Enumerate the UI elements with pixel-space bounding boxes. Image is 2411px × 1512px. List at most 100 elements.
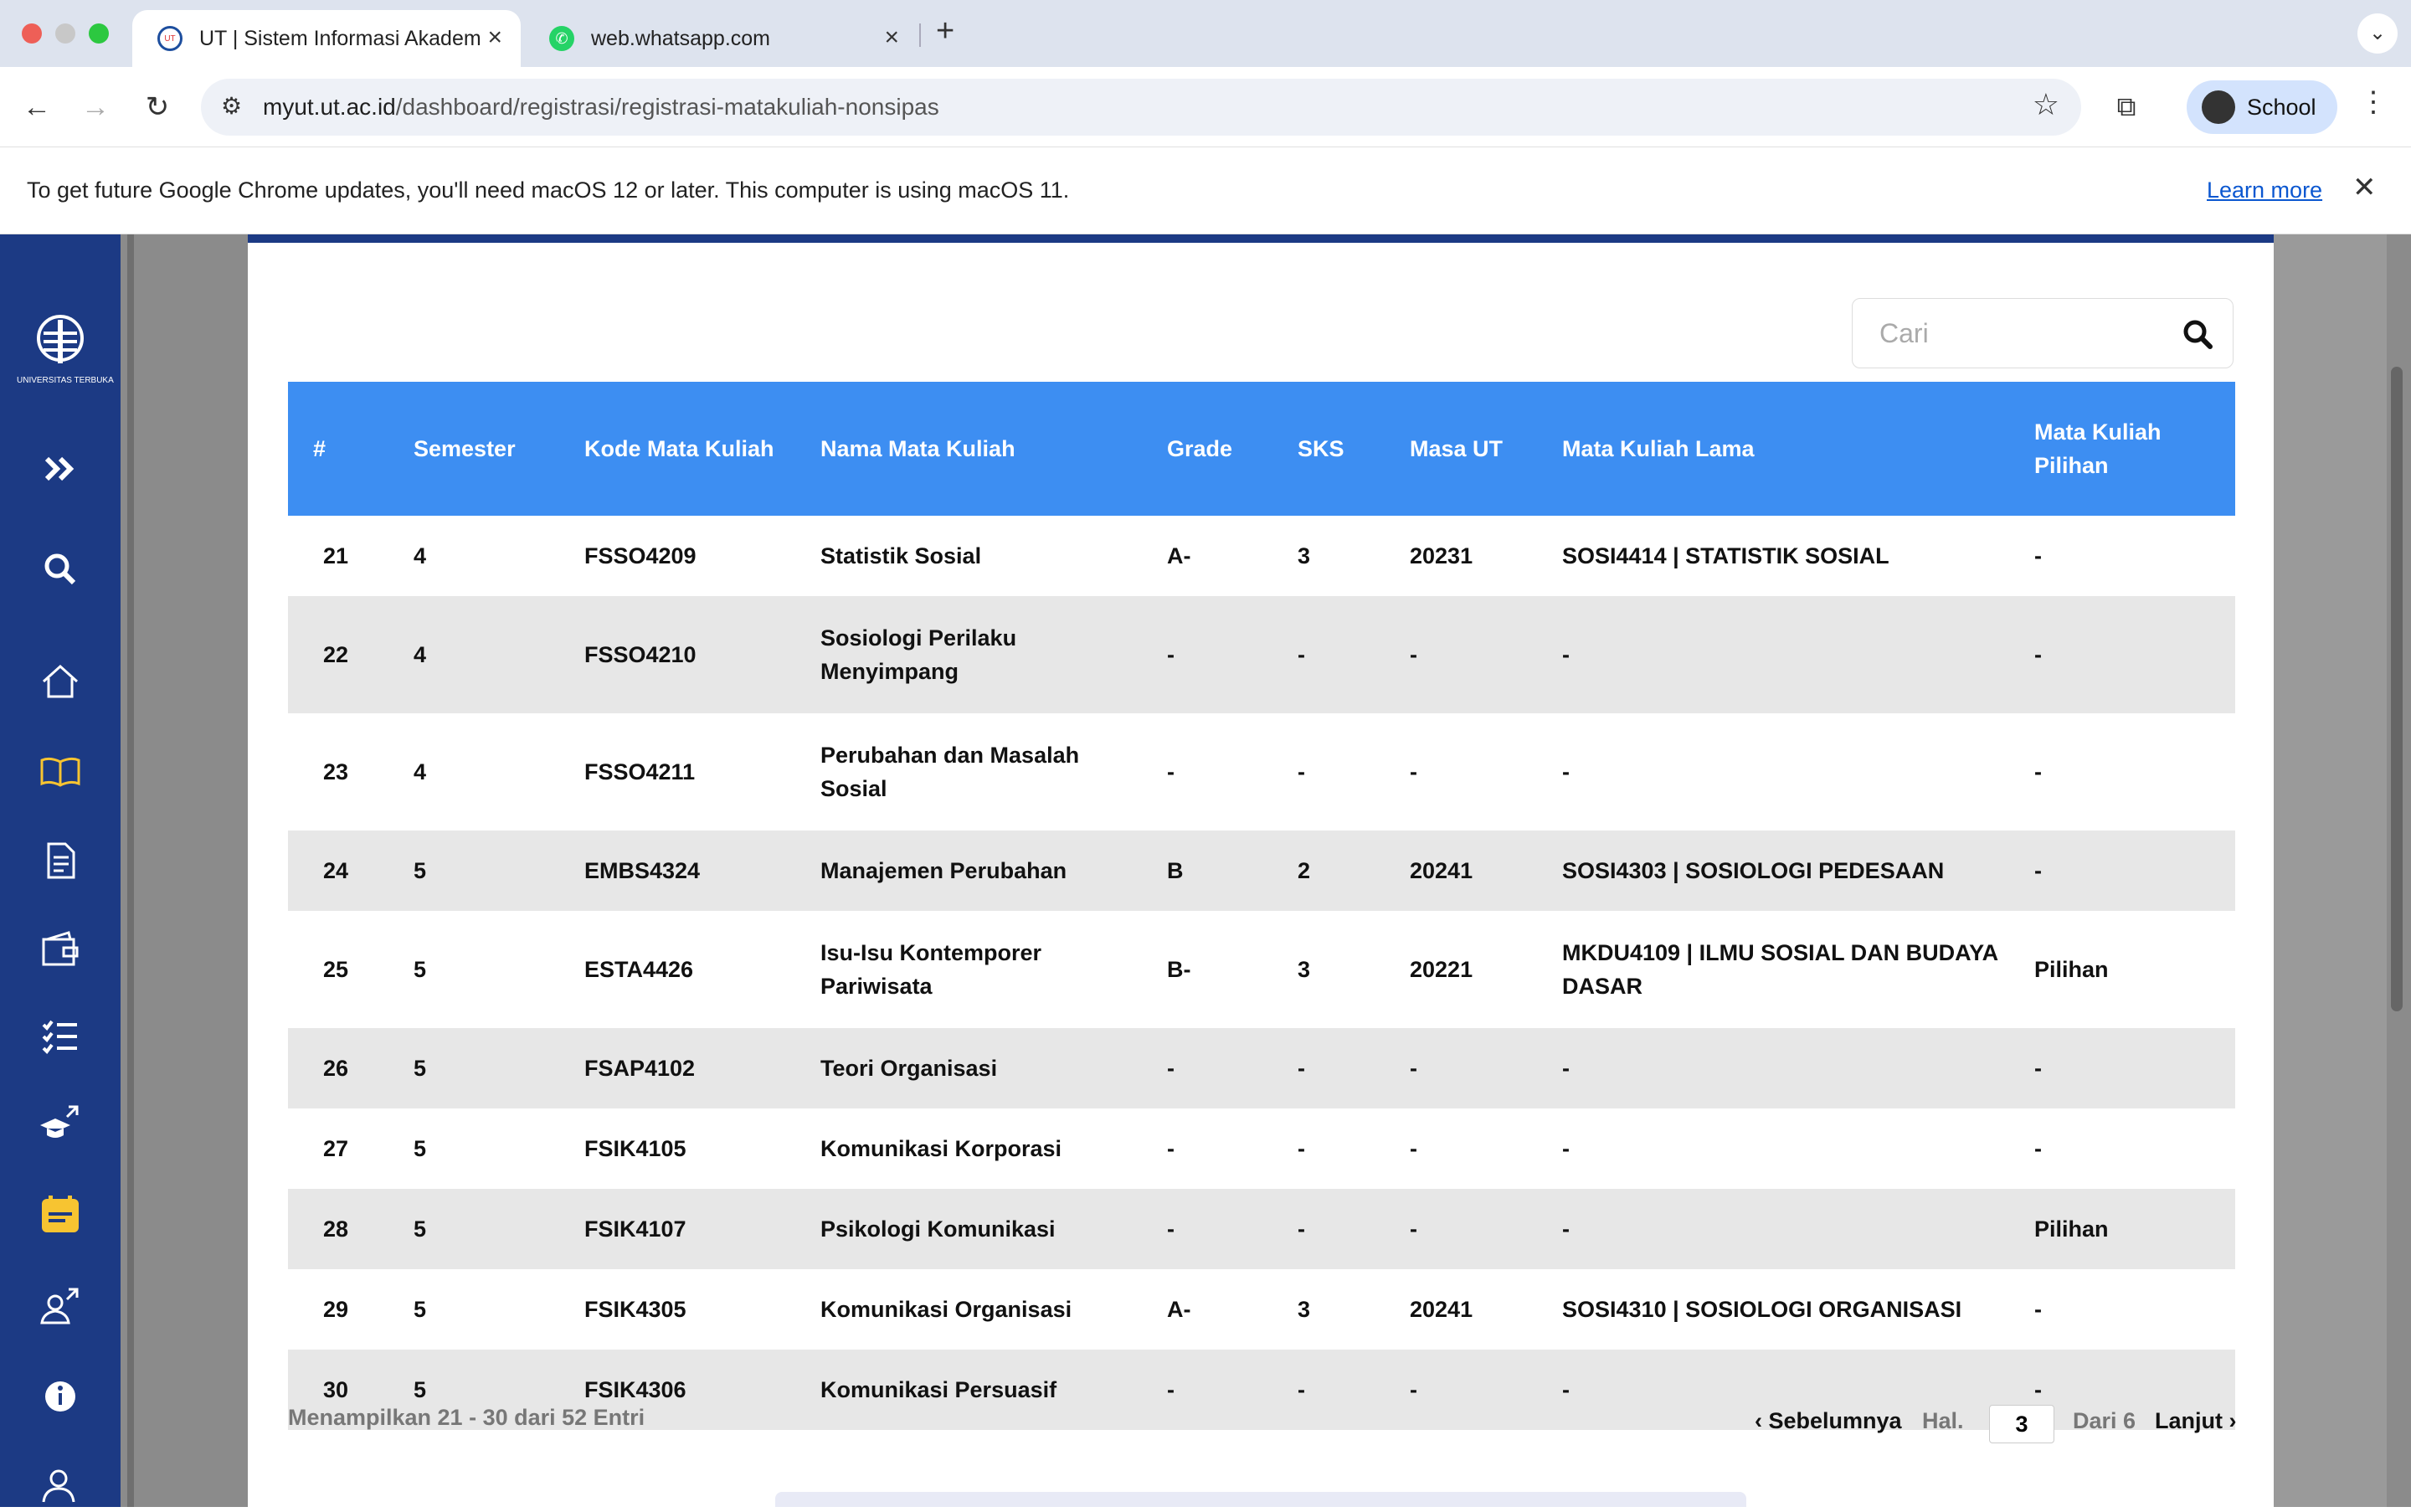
cell-semester: 4 (414, 759, 427, 784)
cell-masa-ut: - (1410, 1056, 1417, 1081)
minimize-window-button[interactable] (55, 23, 75, 44)
cell-masa-ut: 20221 (1410, 957, 1473, 982)
address-bar[interactable]: ⚙ myut.ut.ac.id/dashboard/registrasi/reg… (201, 79, 2081, 136)
maximize-window-button[interactable] (89, 23, 109, 44)
table-row: 21 4 FSSO4209 Statistik Sosial A- 3 20231 SOSI4… (288, 516, 2235, 596)
course-registration-panel: # Semester Kode Mata Kuliah Nama Mata Ku… (248, 234, 2274, 1507)
cell-course-code: ESTA4426 (584, 957, 694, 982)
forward-arrow-icon[interactable]: → (74, 85, 117, 129)
cell-grade: - (1167, 1377, 1175, 1402)
close-tab-icon[interactable]: × (487, 23, 502, 52)
expand-icon[interactable] (30, 442, 90, 496)
course-table: # Semester Kode Mata Kuliah Nama Mata Ku… (288, 382, 2235, 1430)
header-course-name: Nama Mata Kuliah (820, 436, 1015, 461)
table-row: 29 5 FSIK4305 Komunikasi Organisasi A- 3 20241… (288, 1269, 2235, 1350)
cell-semester: 5 (414, 858, 427, 883)
cell-course-name: Statistik Sosial (820, 543, 982, 568)
chevron-right-icon: › (2223, 1408, 2237, 1433)
cell-masa-ut: - (1410, 1377, 1417, 1402)
checklist-icon[interactable] (30, 1010, 90, 1063)
kebab-menu-icon[interactable]: ⋮ (2359, 85, 2388, 119)
cell-masa-ut: 20241 (1410, 1297, 1473, 1322)
extensions-puzzle-icon[interactable]: ⧉ (2105, 85, 2148, 129)
url-text[interactable]: myut.ut.ac.id/dashboard/registrasi/regis… (263, 94, 939, 121)
graduation-link-icon[interactable] (30, 1097, 90, 1150)
book-icon[interactable] (30, 745, 90, 799)
cell-course-code: EMBS4324 (584, 858, 701, 883)
profile-button[interactable]: School (2187, 80, 2337, 134)
bookmark-star-icon[interactable]: ☆ (2033, 87, 2059, 122)
page-label: Hal. (1922, 1408, 1964, 1433)
page-scrollbar[interactable] (2391, 367, 2403, 1011)
entries-summary: Menampilkan 21 - 30 dari 52 Entri (288, 1405, 645, 1430)
cell-sks: - (1298, 759, 1305, 784)
cell-grade: B- (1167, 957, 1191, 982)
search-box (1852, 298, 2234, 368)
tab-ut-sia[interactable]: UT UT | Sistem Informasi Akadem × (132, 10, 521, 67)
close-window-button[interactable] (22, 23, 42, 44)
cell-course-name: Isu-Isu Kontemporer Pariwisata (820, 940, 1042, 999)
update-infobar: To get future Google Chrome updates, you… (0, 147, 2411, 234)
document-icon[interactable] (30, 834, 90, 887)
bottom-action-bar (775, 1492, 1746, 1507)
chevron-left-icon: ‹ (1755, 1408, 1769, 1433)
cell-semester: 5 (414, 1056, 427, 1081)
backdrop-blur-panel (2274, 234, 2387, 1507)
wallet-icon[interactable] (30, 923, 90, 976)
calendar-icon[interactable] (30, 1187, 90, 1241)
cell-course-name: Sosiologi Perilaku Menyimpang (820, 625, 1017, 684)
cell-sks: - (1298, 1056, 1305, 1081)
cell-sks: - (1298, 1136, 1305, 1161)
user-group-icon[interactable] (30, 1458, 90, 1512)
home-icon[interactable] (30, 655, 90, 708)
cell-grade: A- (1167, 543, 1191, 568)
next-page-button[interactable]: Lanjut › (2155, 1408, 2237, 1434)
cell-sks: 3 (1298, 957, 1311, 982)
previous-page-button[interactable]: ‹ Sebelumnya (1755, 1408, 1902, 1434)
info-icon[interactable] (30, 1370, 90, 1423)
cell-masa-ut: - (1410, 1216, 1417, 1242)
table-row: 27 5 FSIK4105 Komunikasi Korporasi - - - - - (288, 1108, 2235, 1189)
back-arrow-icon[interactable]: ← (15, 85, 59, 129)
whatsapp-icon: ✆ (549, 26, 574, 51)
cell-course-name: Psikologi Komunikasi (820, 1216, 1056, 1242)
tab-whatsapp[interactable]: ✆ web.whatsapp.com × (524, 10, 918, 67)
cell-elective: - (2034, 759, 2042, 784)
cell-sks: - (1298, 1377, 1305, 1402)
header-sks: SKS (1298, 436, 1344, 461)
search-input[interactable] (1853, 299, 2171, 368)
tab-search-chevron-icon[interactable]: ⌄ (2357, 13, 2398, 54)
table-row: 23 4 FSSO4211 Perubahan dan Masalah Sosial -… (288, 713, 2235, 831)
university-logo: UNIVERSITAS TERBUKA (17, 315, 114, 385)
close-tab-icon[interactable]: × (884, 23, 899, 52)
search-icon[interactable] (2181, 317, 2214, 351)
learn-more-link[interactable]: Learn more (2207, 177, 2322, 203)
site-settings-icon[interactable]: ⚙ (221, 92, 242, 120)
cell-course-code: FSSO4209 (584, 543, 697, 568)
cell-masa-ut: 20231 (1410, 543, 1473, 568)
table-row: 22 4 FSSO4210 Sosiologi Perilaku Menyimpang… (288, 596, 2235, 713)
cell-old-course: - (1562, 1056, 1570, 1081)
cell-semester: 5 (414, 1216, 427, 1242)
cell-course-name: Manajemen Perubahan (820, 858, 1067, 883)
cell-grade: A- (1167, 1297, 1191, 1322)
cell-row-number: 23 (323, 759, 349, 784)
table-header-row: # Semester Kode Mata Kuliah Nama Mata Ku… (288, 382, 2235, 516)
cell-sks: - (1298, 642, 1305, 667)
tab-title: UT | Sistem Informasi Akadem (199, 26, 481, 50)
reload-icon[interactable]: ↻ (136, 85, 179, 129)
cell-semester: 4 (414, 642, 427, 667)
backdrop-strip (127, 234, 134, 1507)
cell-row-number: 21 (323, 543, 349, 568)
panel-top-border (248, 234, 2274, 243)
new-tab-button[interactable]: + (936, 13, 954, 49)
search-icon[interactable] (30, 543, 90, 596)
cell-course-code: FSIK4305 (584, 1297, 686, 1322)
cell-row-number: 29 (323, 1297, 349, 1322)
cell-grade: B (1167, 858, 1184, 883)
page-number-input[interactable] (1989, 1405, 2054, 1443)
close-icon[interactable]: ✕ (2352, 171, 2377, 204)
cell-course-name: Komunikasi Organisasi (820, 1297, 1072, 1322)
cell-row-number: 27 (323, 1136, 349, 1161)
users-link-icon[interactable] (30, 1279, 90, 1333)
